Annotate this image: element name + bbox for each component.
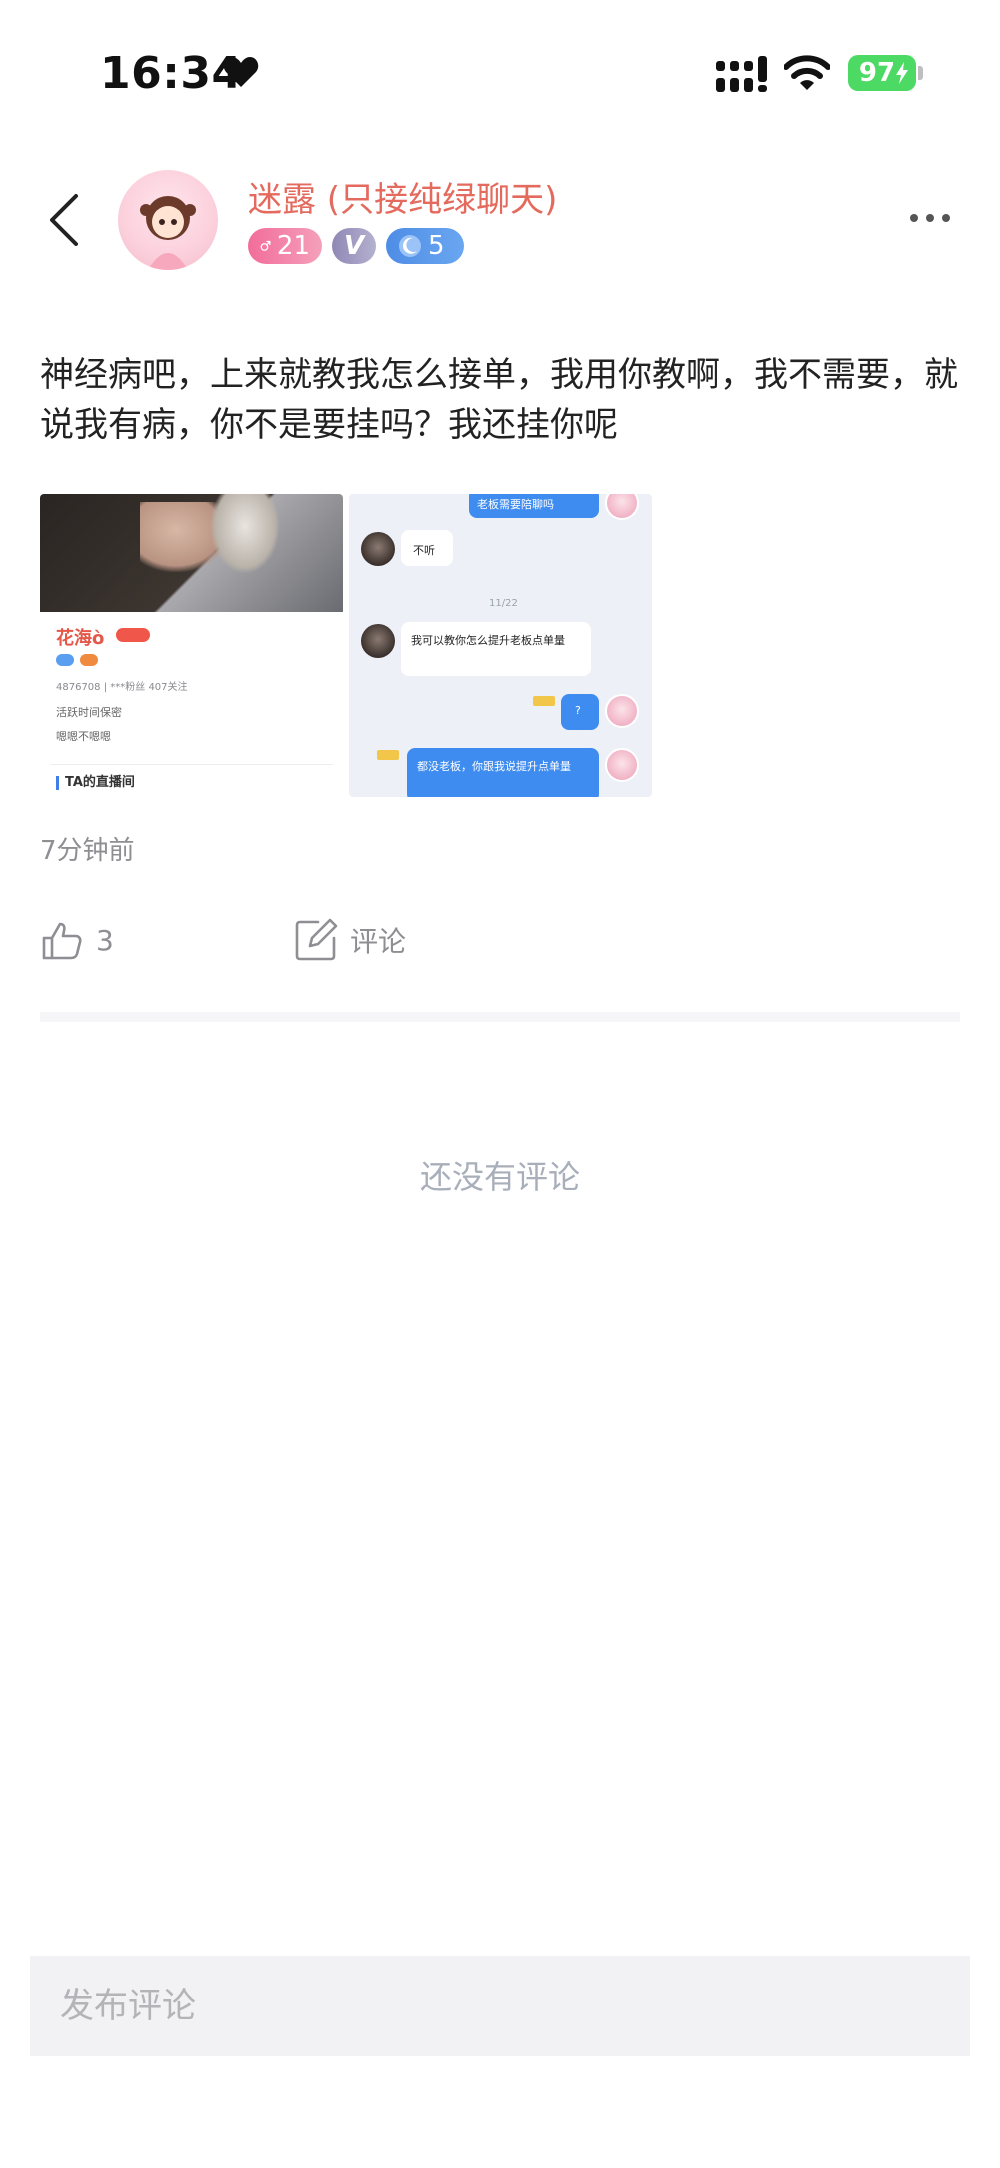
status-bar: 16:34 97 bbox=[0, 0, 1000, 150]
back-arrow-icon[interactable] bbox=[42, 190, 86, 250]
chat-avatar-dark bbox=[361, 532, 395, 566]
chat-tag-1 bbox=[533, 696, 555, 706]
comment-button[interactable]: 评论 bbox=[294, 918, 406, 962]
chat-msg-1: 不听 bbox=[413, 544, 435, 557]
chat-date: 11/22 bbox=[489, 598, 518, 609]
avatar[interactable] bbox=[118, 170, 218, 270]
vip-symbol: V bbox=[343, 231, 365, 261]
section-divider bbox=[40, 1012, 960, 1022]
wifi-icon bbox=[784, 55, 830, 90]
like-button[interactable]: 3 bbox=[40, 918, 114, 962]
chat-tag-2 bbox=[377, 750, 399, 760]
image1-line1: 活跃时间保密 bbox=[56, 706, 122, 719]
image1-vip-tag bbox=[116, 628, 150, 642]
battery-icon: 97 bbox=[848, 55, 916, 91]
comment-label: 评论 bbox=[350, 925, 407, 958]
heart-icon bbox=[223, 57, 259, 87]
age-value: 21 bbox=[276, 231, 310, 261]
image1-line2: 嗯嗯不嗯嗯 bbox=[56, 730, 111, 743]
empty-comments-text: 还没有评论 bbox=[419, 1158, 580, 1196]
image1-profile-name: 花海ò bbox=[56, 628, 105, 649]
user-badges: 21 V 5 bbox=[248, 228, 464, 266]
post-image-2[interactable]: 老板需要陪聊吗 不听 11/22 我可以教你怎么提升老板点单量 ? 都没老板，你… bbox=[349, 494, 652, 797]
male-icon bbox=[260, 240, 271, 251]
chat-avatar-pink-2 bbox=[605, 694, 639, 728]
chat-msg-3: ? bbox=[575, 704, 581, 717]
post-image-1[interactable]: 花海ò 4876708 | ***粉丝 407关注 活跃时间保密 嗯嗯不嗯嗯 T… bbox=[40, 494, 343, 797]
image1-stats: 4876708 | ***粉丝 407关注 bbox=[56, 682, 188, 693]
moon-icon bbox=[399, 235, 421, 257]
level-value: 5 bbox=[428, 231, 445, 261]
image1-divider bbox=[50, 764, 333, 765]
image1-live-label: TA的直播间 bbox=[56, 776, 135, 790]
chat-avatar-pink-3 bbox=[605, 748, 639, 782]
battery-level: 97 bbox=[858, 58, 896, 88]
image1-chip-blue bbox=[56, 654, 74, 666]
chat-msg-4: 都没老板，你跟我说提升点单量 bbox=[417, 760, 571, 773]
post-images: 花海ò 4876708 | ***粉丝 407关注 活跃时间保密 嗯嗯不嗯嗯 T… bbox=[40, 494, 652, 797]
username[interactable]: 迷露 (只接纯绿聊天) bbox=[248, 172, 557, 221]
signal-icon bbox=[716, 56, 767, 92]
post-text: 神经病吧，上来就教我怎么接单，我用你教啊，我不需要，就说我有病，你不是要挂吗？我… bbox=[40, 355, 958, 445]
image1-chip-orange bbox=[80, 654, 98, 666]
avatar-illustration bbox=[140, 196, 196, 270]
vip-badge: V bbox=[332, 228, 376, 264]
more-dots-icon[interactable] bbox=[910, 206, 958, 230]
thumbs-up-icon bbox=[42, 922, 82, 960]
photo-cat bbox=[210, 494, 280, 574]
chat-msg-2: 我可以教你怎么提升老板点单量 bbox=[411, 634, 565, 647]
comment-input[interactable] bbox=[30, 1956, 970, 2056]
edit-icon bbox=[295, 918, 338, 961]
battery-cap bbox=[918, 66, 923, 80]
post-actions: 3 评论 bbox=[40, 918, 960, 968]
gender-age-badge: 21 bbox=[248, 228, 322, 264]
level-badge: 5 bbox=[386, 228, 464, 264]
charging-bolt-icon bbox=[896, 62, 909, 84]
chat-avatar-pink bbox=[605, 494, 639, 520]
chat-avatar-dark-2 bbox=[361, 624, 395, 658]
status-time: 16:34 bbox=[100, 48, 243, 99]
post-time: 7分钟前 bbox=[40, 836, 135, 866]
chat-msg-top: 老板需要陪聊吗 bbox=[477, 498, 554, 511]
like-count: 3 bbox=[96, 923, 114, 957]
